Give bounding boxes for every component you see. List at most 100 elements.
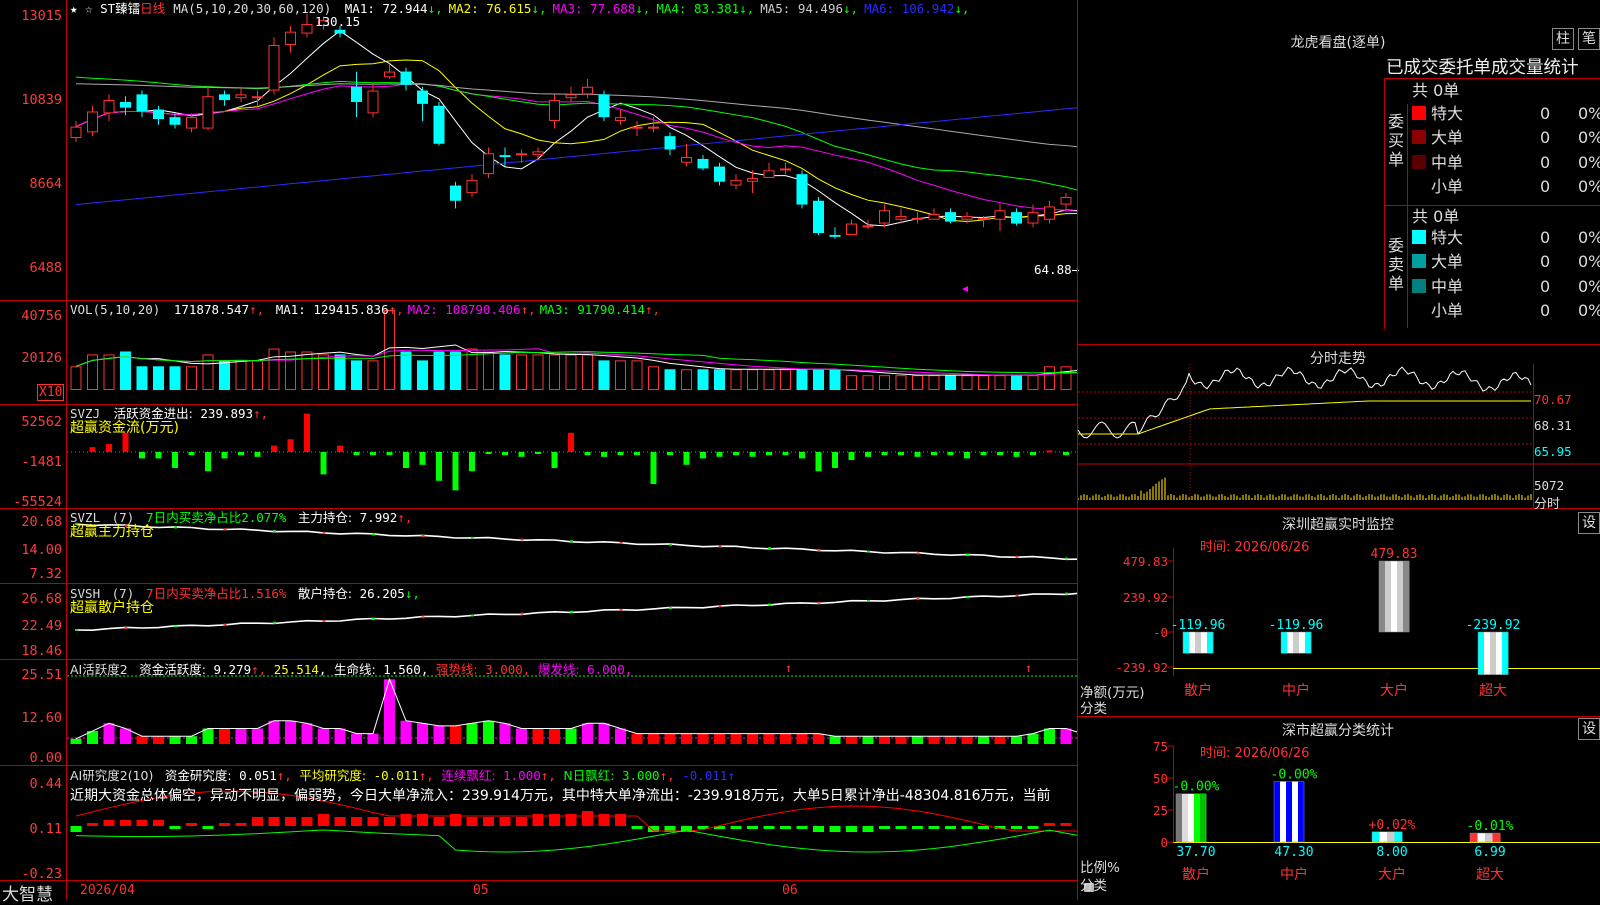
research-bar — [516, 817, 527, 826]
y-tick-label: 75 — [1153, 739, 1168, 754]
y-tick: 20.68 — [21, 514, 62, 530]
candle-body — [829, 234, 841, 237]
research-bar — [928, 826, 940, 829]
pct-label: -0.00% — [1271, 767, 1318, 782]
research-bar — [1011, 826, 1022, 829]
tick-view-button[interactable]: 笔 — [1578, 28, 1600, 50]
svzj-name: SVZJ — [70, 406, 101, 421]
research-bar — [318, 814, 329, 826]
volume-bar — [780, 369, 791, 391]
volume-bar — [945, 375, 956, 390]
volume-bar — [829, 369, 841, 390]
order-row[interactable]: 小单 0 0% — [1412, 175, 1600, 199]
order-row[interactable]: 小单 0 0% — [1412, 299, 1600, 323]
ai-active-name: AI活跃度2 — [70, 662, 128, 677]
research-bar — [730, 826, 742, 829]
order-pct: 0% — [1578, 300, 1600, 320]
longhu-tab-title[interactable]: 已成交委托单成交量统计 — [1386, 54, 1579, 79]
flow-bar — [1013, 452, 1020, 457]
bar-value: -239.92 — [1466, 618, 1521, 633]
research-bar — [945, 826, 956, 829]
sz-class-xlabel: 分类 — [1080, 878, 1107, 894]
candlestick-chart[interactable] — [0, 0, 1077, 300]
color-swatch — [1412, 179, 1426, 193]
flow-bar — [172, 452, 178, 468]
column-view-button[interactable]: 柱 — [1552, 28, 1574, 50]
period-label[interactable]: 日线 — [140, 1, 165, 16]
side-char: 买 — [1388, 131, 1405, 150]
trend-dot — [718, 545, 722, 548]
trend-dot — [817, 601, 821, 604]
order-row[interactable]: 中单 0 0% — [1412, 151, 1600, 175]
high-marker: 130.15 — [315, 14, 361, 29]
intraday-chart[interactable] — [1078, 364, 1600, 508]
order-row[interactable]: 大单 0 0% — [1412, 250, 1600, 274]
order-qty: 0 — [1540, 104, 1551, 123]
category-label: 中户 — [1282, 682, 1310, 699]
x-date-3: 06 — [782, 883, 798, 898]
ratio-value: 6.99 — [1474, 845, 1505, 860]
flow-bar — [535, 452, 541, 454]
pct-label: +0.02% — [1369, 818, 1416, 833]
intraday-price-2: 68.31 — [1534, 418, 1572, 433]
svzj-label: 活跃资金进出: — [113, 406, 193, 421]
sz-class-chart[interactable]: 75 50 25 0 -0.00% 37.70 散户 -0.00% 47.30 中户 +0.02% 8… — [1078, 716, 1600, 900]
flow-bar — [518, 452, 525, 457]
ma-label: MA6: — [864, 1, 895, 16]
trend-dot — [322, 531, 326, 534]
ma-value: 76.615 — [478, 1, 532, 16]
ratio-bar — [1176, 793, 1183, 842]
svzl-name: SVZL — [70, 510, 101, 525]
star-icon[interactable]: ★ ☆ — [70, 1, 100, 16]
activity-bar — [351, 733, 362, 744]
volume-bar — [763, 369, 775, 391]
candle-body — [681, 157, 692, 163]
chart-area[interactable]: ★ ☆ ST臻镭日线 MA(5,10,20,30,60,120) MA1: 72.… — [0, 0, 1094, 905]
volume-bar — [252, 360, 263, 390]
net-bar — [1478, 632, 1485, 675]
research-bar — [961, 826, 973, 829]
order-qty: 0 — [1540, 276, 1551, 296]
vol-value: 171878.547 — [173, 302, 250, 317]
flow-bar — [502, 452, 508, 456]
order-type: 特大 — [1431, 104, 1464, 123]
activity-bar — [582, 723, 593, 744]
research-bar — [862, 826, 874, 832]
flow-bar — [320, 452, 327, 475]
volume-bar — [796, 369, 808, 390]
y-tick: 25.51 — [21, 667, 62, 683]
sz-monitor-chart[interactable]: 479.83 239.92 -0 -239.92 -119.96 散户 -119.96 中户 4… — [1078, 508, 1600, 716]
flow-bar — [221, 452, 228, 459]
y-tick: 22.49 — [21, 618, 62, 634]
ma-line — [75, 59, 1077, 222]
y-tick-label: 25 — [1153, 803, 1168, 818]
buy-side-label: 委买单 — [1388, 112, 1406, 169]
ma-arrow: ↓, — [427, 1, 443, 16]
candle-body — [780, 168, 791, 171]
candle-body — [334, 29, 346, 34]
order-row[interactable]: 特大 0 0% — [1412, 102, 1600, 126]
order-row[interactable]: 特大 0 0% — [1412, 226, 1600, 250]
candle-body — [1060, 196, 1072, 205]
order-row[interactable]: 中单 0 0% — [1412, 275, 1600, 299]
research-bar — [466, 817, 478, 826]
y-tick-label: 479.83 — [1123, 554, 1168, 569]
activity-bar — [615, 728, 626, 744]
activity-bar — [268, 720, 280, 744]
sz-monitor-xlabel: 分类 — [1080, 701, 1107, 717]
net-bar — [1189, 632, 1196, 654]
svsh-value1: 1.516% — [241, 586, 287, 601]
flow-bar — [980, 452, 987, 456]
order-row[interactable]: 大单 0 0% — [1412, 126, 1600, 150]
volume-bar — [978, 375, 989, 391]
ma-arrow: ↓, — [739, 1, 755, 16]
flow-bar — [403, 452, 409, 468]
y-tick: 52562 — [21, 414, 62, 430]
research-bar — [153, 820, 164, 826]
flow-bar — [155, 452, 162, 459]
category-label: 超大 — [1479, 683, 1507, 699]
burst-line-value: 6.000 — [587, 662, 625, 677]
svsh-param: (7) — [111, 586, 135, 601]
activity-bar — [681, 733, 692, 744]
flow-bar — [815, 452, 822, 472]
